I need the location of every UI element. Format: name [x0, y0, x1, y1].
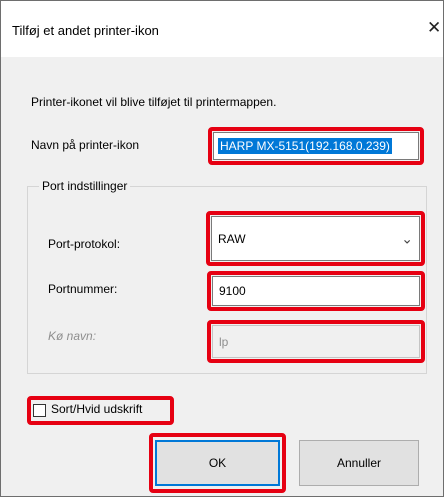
- mono-print-label[interactable]: Sort/Hvid udskrift: [51, 402, 142, 416]
- queue-name-value: lp: [219, 334, 229, 349]
- close-icon[interactable]: ✕: [427, 18, 441, 38]
- intro-text: Printer-ikonet vil blive tilføjet til pr…: [31, 95, 277, 109]
- port-number-label: Portnummer:: [48, 282, 118, 296]
- mono-print-checkbox[interactable]: [33, 404, 46, 417]
- dialog-title: Tilføj et andet printer-ikon: [12, 23, 159, 38]
- port-settings-title: Port indstillinger: [39, 179, 131, 193]
- dialog-window: Tilføj et andet printer-ikon ✕ Printer-i…: [0, 0, 444, 497]
- port-protocol-dropdown[interactable]: RAW ⌄: [211, 216, 420, 261]
- port-protocol-label: Port-protokol:: [48, 237, 121, 251]
- ok-button[interactable]: OK: [155, 440, 280, 486]
- queue-name-input[interactable]: lp: [212, 325, 420, 358]
- printer-name-value: HARP MX-5151(192.168.0.239): [218, 138, 392, 154]
- title-bar: Tilføj et andet printer-ikon ✕: [1, 1, 443, 57]
- port-number-value: 9100: [219, 284, 246, 298]
- port-number-input[interactable]: 9100: [212, 276, 420, 306]
- printer-name-input[interactable]: HARP MX-5151(192.168.0.239): [213, 132, 419, 160]
- queue-name-label: Kø navn:: [48, 329, 97, 343]
- port-protocol-value: RAW: [218, 231, 246, 246]
- printer-name-label: Navn på printer-ikon: [31, 138, 140, 152]
- cancel-button[interactable]: Annuller: [299, 440, 419, 486]
- chevron-down-icon: ⌄: [401, 230, 413, 246]
